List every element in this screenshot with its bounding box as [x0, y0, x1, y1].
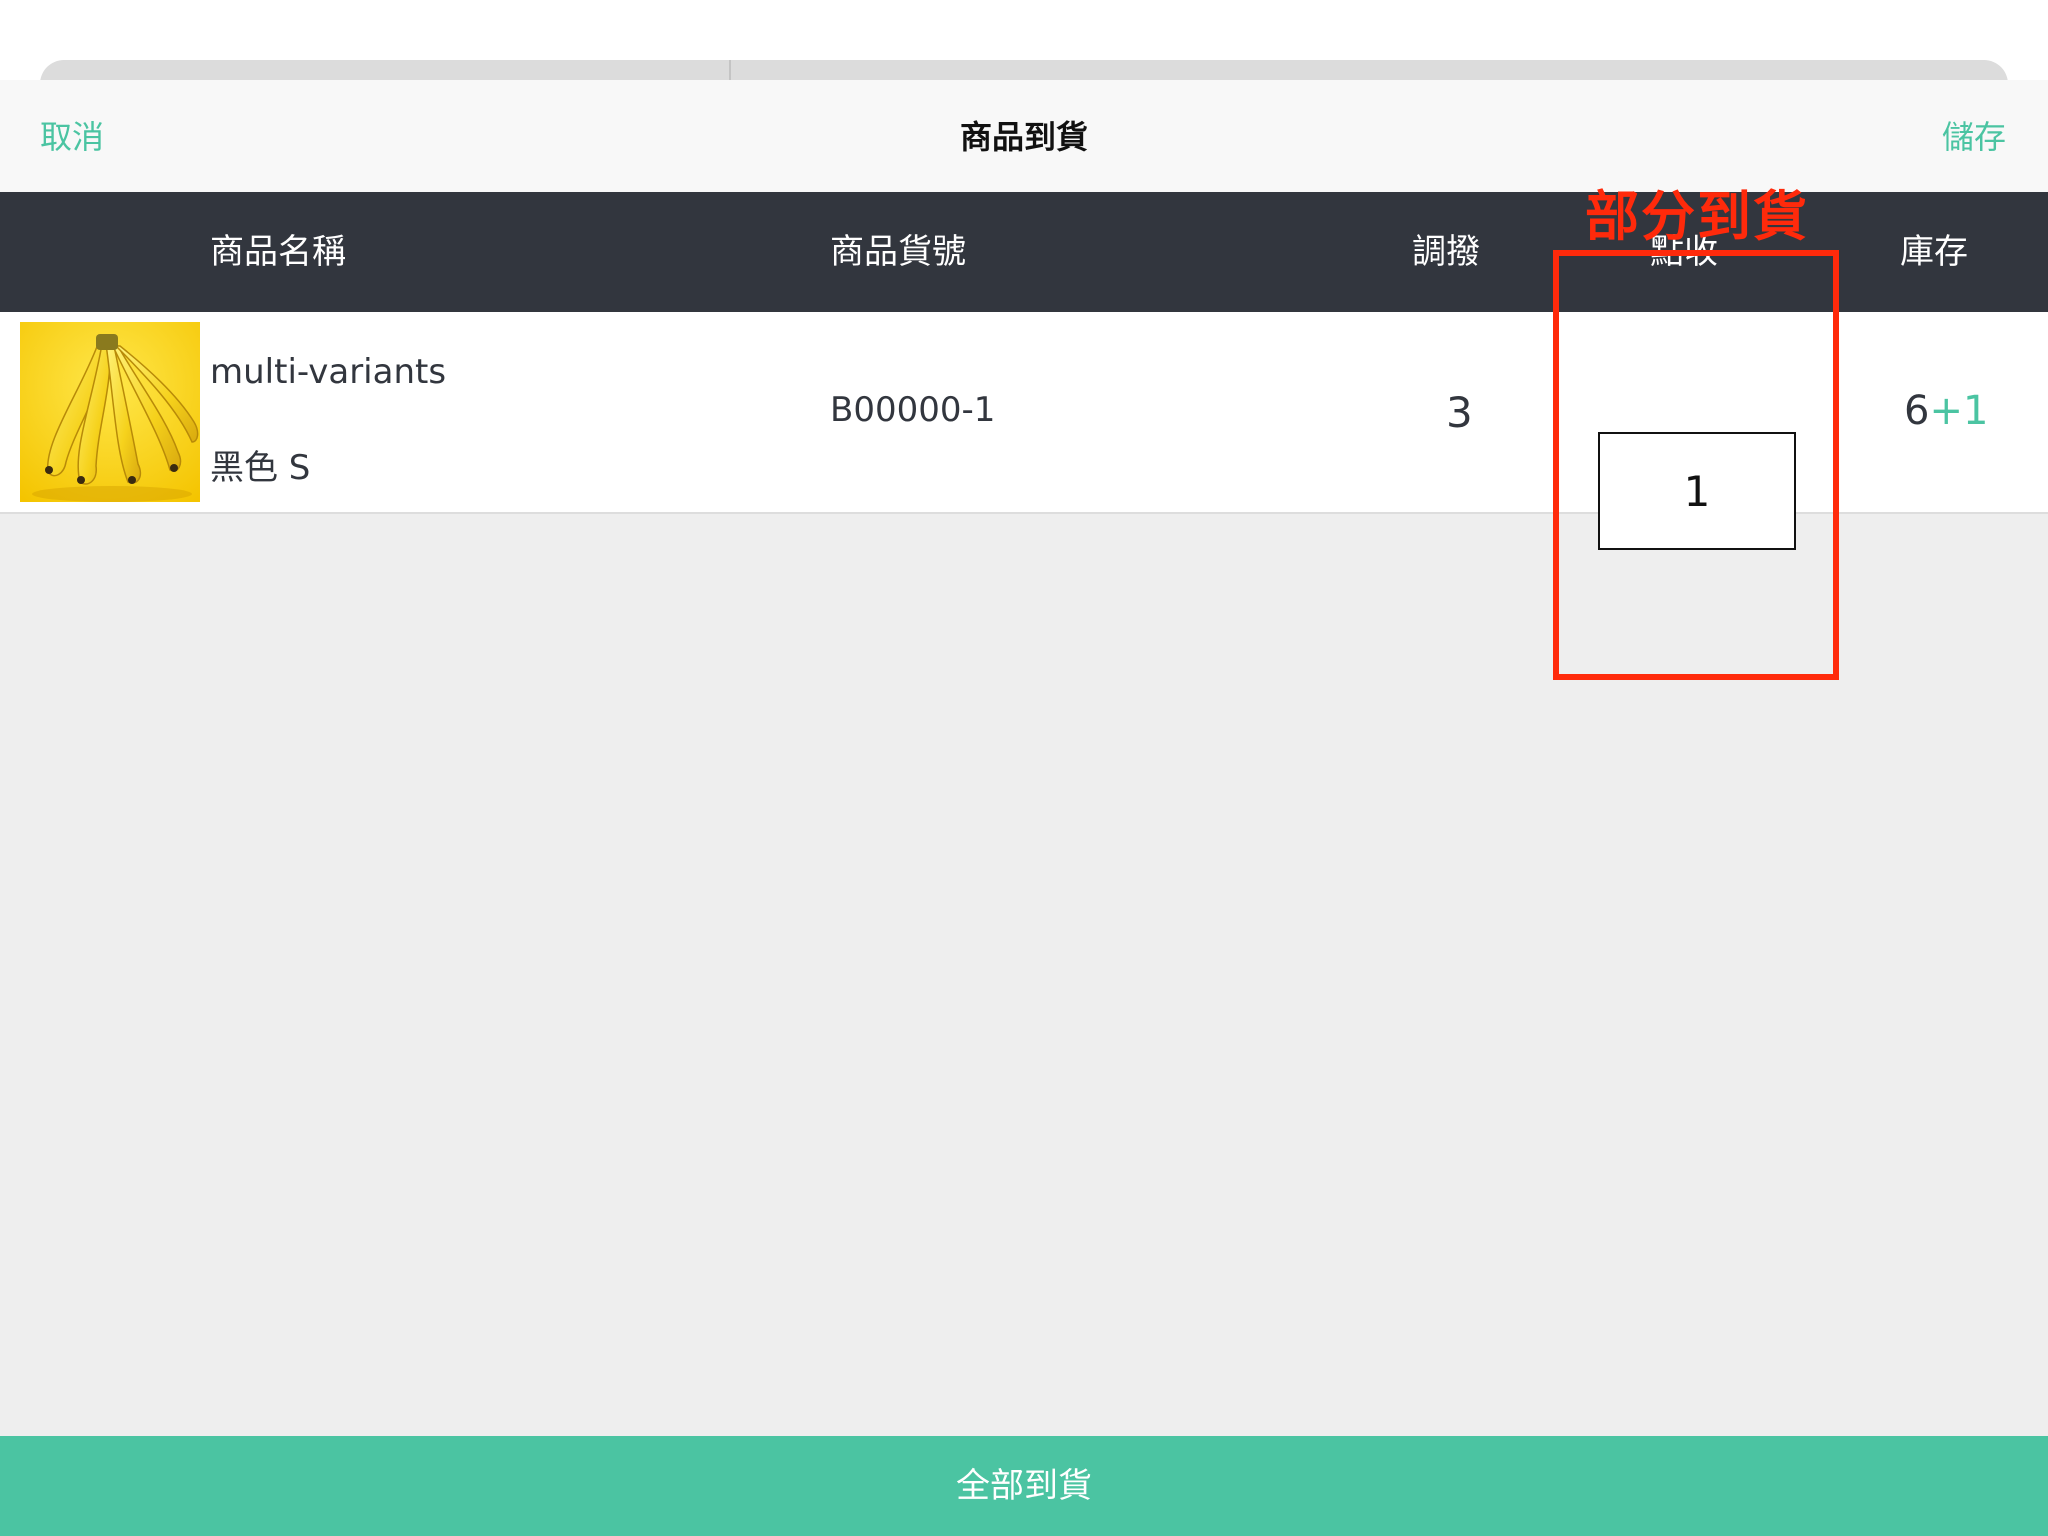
all-arrived-button[interactable]: 全部到貨 [0, 1436, 2048, 1536]
product-sku: B00000-1 [830, 390, 996, 430]
transfer-quantity: 3 [1446, 388, 1473, 437]
stock-increment: +1 [1929, 388, 1989, 434]
stock-value: 6+1 [1904, 388, 1988, 434]
save-button[interactable]: 儲存 [1942, 112, 2006, 162]
column-header-sku: 商品貨號 [830, 232, 966, 272]
column-header-transfer: 調撥 [1412, 232, 1480, 272]
column-header-stock: 庫存 [1900, 232, 1968, 272]
stock-base: 6 [1904, 388, 1930, 434]
receive-quantity-input[interactable] [1598, 432, 1796, 550]
column-header-product-name: 商品名稱 [210, 232, 346, 272]
background-sheet-divider [729, 60, 731, 82]
product-variant: 黑色 S [210, 448, 311, 488]
product-arrival-modal: 取消 商品到貨 儲存 商品名稱 商品貨號 調撥 點收 庫存 multi-vari… [0, 80, 2048, 1536]
modal-title: 商品到貨 [959, 118, 1088, 156]
annotation-label: 部分到貨 [1585, 185, 1809, 248]
table-row: multi-variants 黑色 S B00000-1 3 6+1 [0, 312, 2048, 550]
product-name: multi-variants [210, 352, 447, 392]
banana-image [20, 322, 200, 502]
